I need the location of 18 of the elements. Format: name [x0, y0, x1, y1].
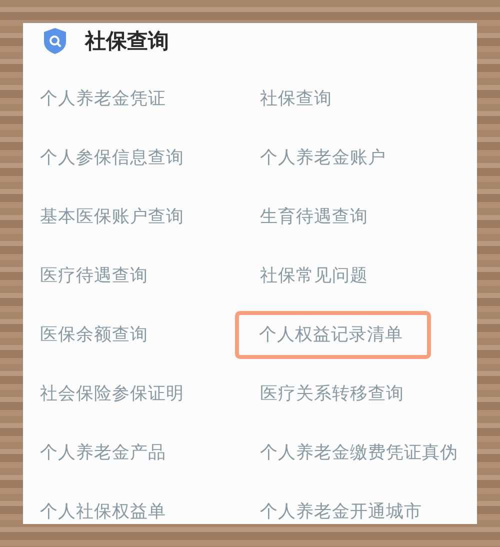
menu-link[interactable]: 个人养老金产品: [36, 438, 170, 466]
menu-link[interactable]: 个人社保权益单: [36, 498, 170, 524]
menu-link[interactable]: 医保余额查询: [36, 320, 152, 348]
menu-link[interactable]: 基本医保账户查询: [36, 202, 188, 230]
menu-link[interactable]: 个人养老金开通城市: [256, 498, 426, 524]
menu-link[interactable]: 生育待遇查询: [256, 202, 372, 230]
menu-link[interactable]: 社保查询: [256, 84, 336, 112]
menu-link[interactable]: 社保常见问题: [256, 262, 372, 290]
menu-link[interactable]: 个人养老金账户: [256, 144, 390, 172]
menu-link[interactable]: 个人养老金凭证: [36, 84, 170, 112]
menu-link[interactable]: 个人养老金缴费凭证真伪: [256, 438, 462, 466]
menu-link[interactable]: 社会保险参保证明: [36, 380, 188, 408]
menu-link[interactable]: 个人参保信息查询: [36, 144, 188, 172]
section-title: 社保查询: [85, 28, 169, 55]
menu-link[interactable]: 个人权益记录清单: [235, 310, 431, 358]
menu-link[interactable]: 医疗关系转移查询: [256, 380, 408, 408]
menu-link[interactable]: 医疗待遇查询: [36, 262, 152, 290]
shield-search-icon: [43, 27, 67, 55]
